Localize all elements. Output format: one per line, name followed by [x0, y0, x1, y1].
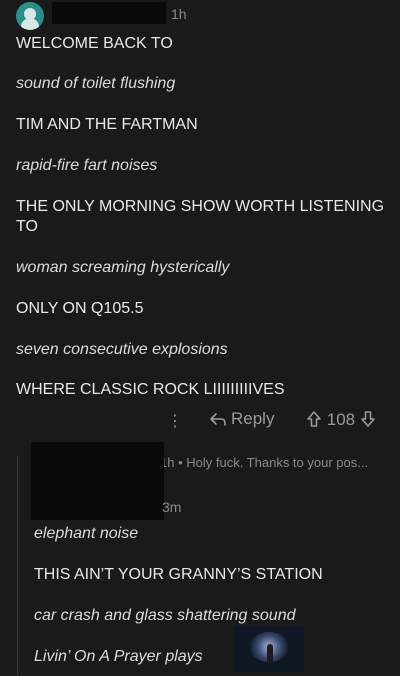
comment-line: sound of toilet flushing — [16, 75, 176, 92]
comment-line: TIM AND THE FARTMAN — [16, 116, 198, 133]
redacted-reply-user — [31, 442, 164, 520]
score-count: 108 — [326, 410, 356, 429]
comment-line: THE ONLY MORNING SHOW WORTH LISTENING TO — [16, 198, 385, 235]
avatar[interactable] — [16, 2, 44, 30]
redacted-username — [52, 2, 166, 24]
vote-control: 108 — [306, 410, 376, 430]
concert-thumbnail[interactable] — [234, 626, 304, 672]
comment-line: seven consecutive explosions — [16, 341, 228, 358]
reply-arrow-icon — [210, 413, 226, 426]
thread-line[interactable] — [17, 456, 18, 676]
comment-line: WHERE CLASSIC ROCK LIIIIIIIIIVES — [16, 381, 285, 398]
reply-label: Reply — [231, 409, 275, 428]
comment-line: ONLY ON Q105.5 — [16, 300, 144, 317]
comment-line: rapid-fire fart noises — [16, 157, 158, 174]
reply-line: car crash and glass shattering sound — [34, 607, 296, 624]
reply-parent-meta[interactable]: 1h • Holy fuck. Thanks to your pos... — [160, 455, 368, 470]
reply-line: elephant noise — [34, 525, 139, 542]
reply-line: THIS AIN’T YOUR GRANNY’S STATION — [34, 566, 323, 583]
comment-line: WELCOME BACK TO — [16, 35, 173, 52]
post-timestamp: 1h — [171, 6, 187, 22]
downvote-arrow-icon[interactable] — [360, 410, 376, 428]
comment-actions: ⋮ Reply 108 — [0, 409, 400, 433]
reply-button[interactable]: Reply — [209, 409, 274, 429]
reply-timestamp: 3m — [162, 499, 182, 515]
upvote-arrow-icon[interactable] — [306, 410, 322, 428]
comment-line: woman screaming hysterically — [16, 259, 230, 276]
reply-line: Livin’ On A Prayer plays — [34, 648, 203, 665]
more-options-button[interactable]: ⋮ — [167, 411, 183, 431]
